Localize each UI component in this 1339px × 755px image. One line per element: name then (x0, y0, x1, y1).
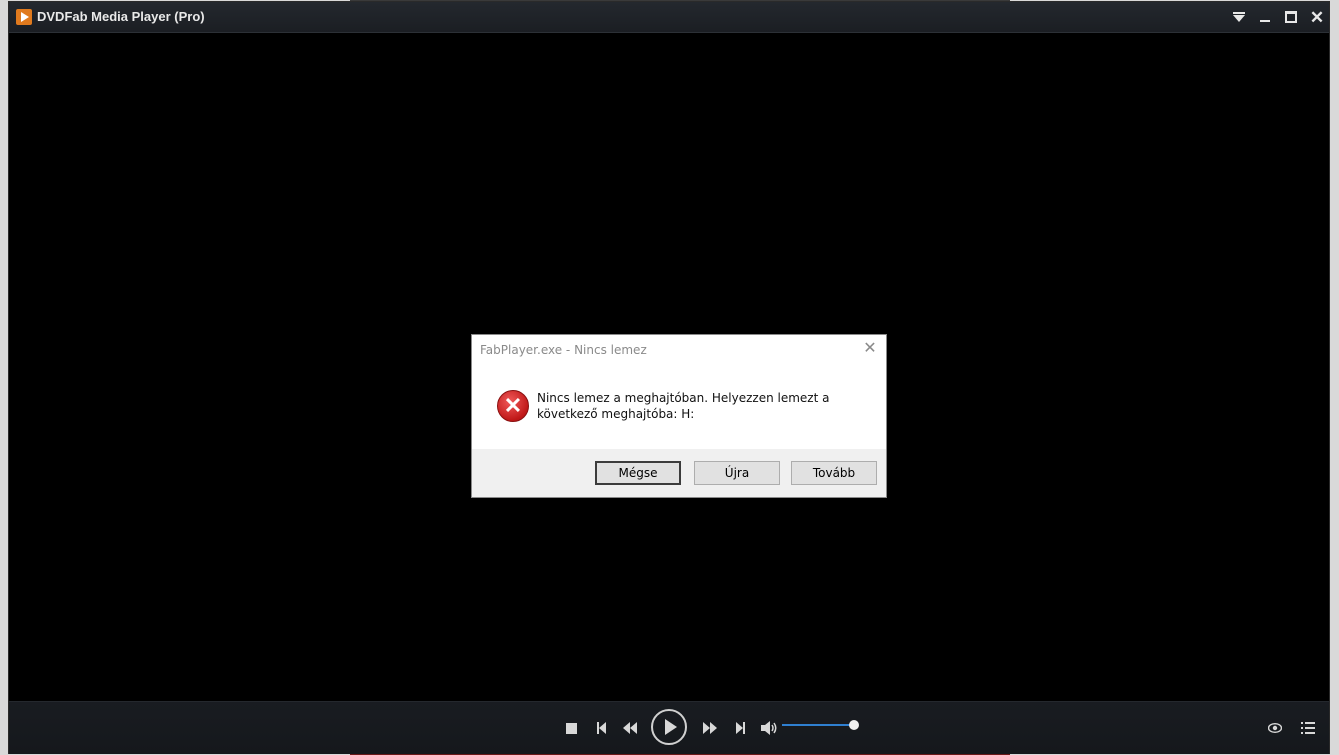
maximize-icon (1285, 11, 1297, 23)
continue-button[interactable]: Tovább (791, 461, 877, 485)
no-disk-error-dialog: FabPlayer.exe - Nincs lemez ✕ ✕ Nincs le… (471, 334, 887, 498)
dialog-button-bar: Mégse Újra Tovább (472, 449, 886, 497)
close-icon: ✕ (863, 340, 877, 357)
volume-slider-track[interactable] (782, 724, 854, 726)
close-icon: ✕ (1309, 7, 1325, 27)
dropdown-icon (1233, 11, 1245, 22)
volume-slider-handle[interactable] (849, 720, 859, 730)
volume-button[interactable] (759, 717, 781, 739)
rewind-button[interactable] (618, 718, 642, 738)
playback-control-bar (9, 701, 1329, 754)
retry-button[interactable]: Újra (694, 461, 780, 485)
dialog-close-button[interactable]: ✕ (860, 338, 880, 358)
minimize-icon (1260, 20, 1270, 22)
menu-dropdown-button[interactable] (1228, 6, 1250, 28)
dialog-message: Nincs lemez a meghajtóban. Helyezzen lem… (537, 391, 830, 421)
fast-forward-button[interactable] (698, 718, 722, 738)
next-icon (735, 722, 745, 734)
playlist-icon (1301, 722, 1315, 734)
fast-forward-icon (703, 722, 717, 734)
minimize-button[interactable] (1254, 6, 1276, 28)
maximize-button[interactable] (1280, 6, 1302, 28)
dialog-title: FabPlayer.exe - Nincs lemez (480, 343, 647, 357)
app-title: DVDFab Media Player (Pro) (37, 9, 205, 24)
volume-icon (761, 721, 777, 735)
stop-button[interactable] (561, 718, 581, 738)
stop-icon (565, 722, 577, 734)
close-button[interactable]: ✕ (1306, 6, 1328, 28)
error-icon: ✕ (497, 390, 529, 422)
title-bar[interactable]: DVDFab Media Player (Pro) ✕ (9, 2, 1329, 33)
cancel-button[interactable]: Mégse (595, 461, 681, 485)
play-button[interactable] (650, 708, 688, 746)
next-button[interactable] (730, 718, 750, 738)
view-button[interactable] (1265, 718, 1285, 738)
eye-icon (1268, 723, 1282, 733)
playlist-button[interactable] (1298, 718, 1318, 738)
previous-icon (596, 722, 606, 734)
play-icon (651, 709, 687, 745)
rewind-icon (623, 722, 637, 734)
previous-button[interactable] (591, 718, 611, 738)
app-logo-icon (16, 9, 32, 25)
